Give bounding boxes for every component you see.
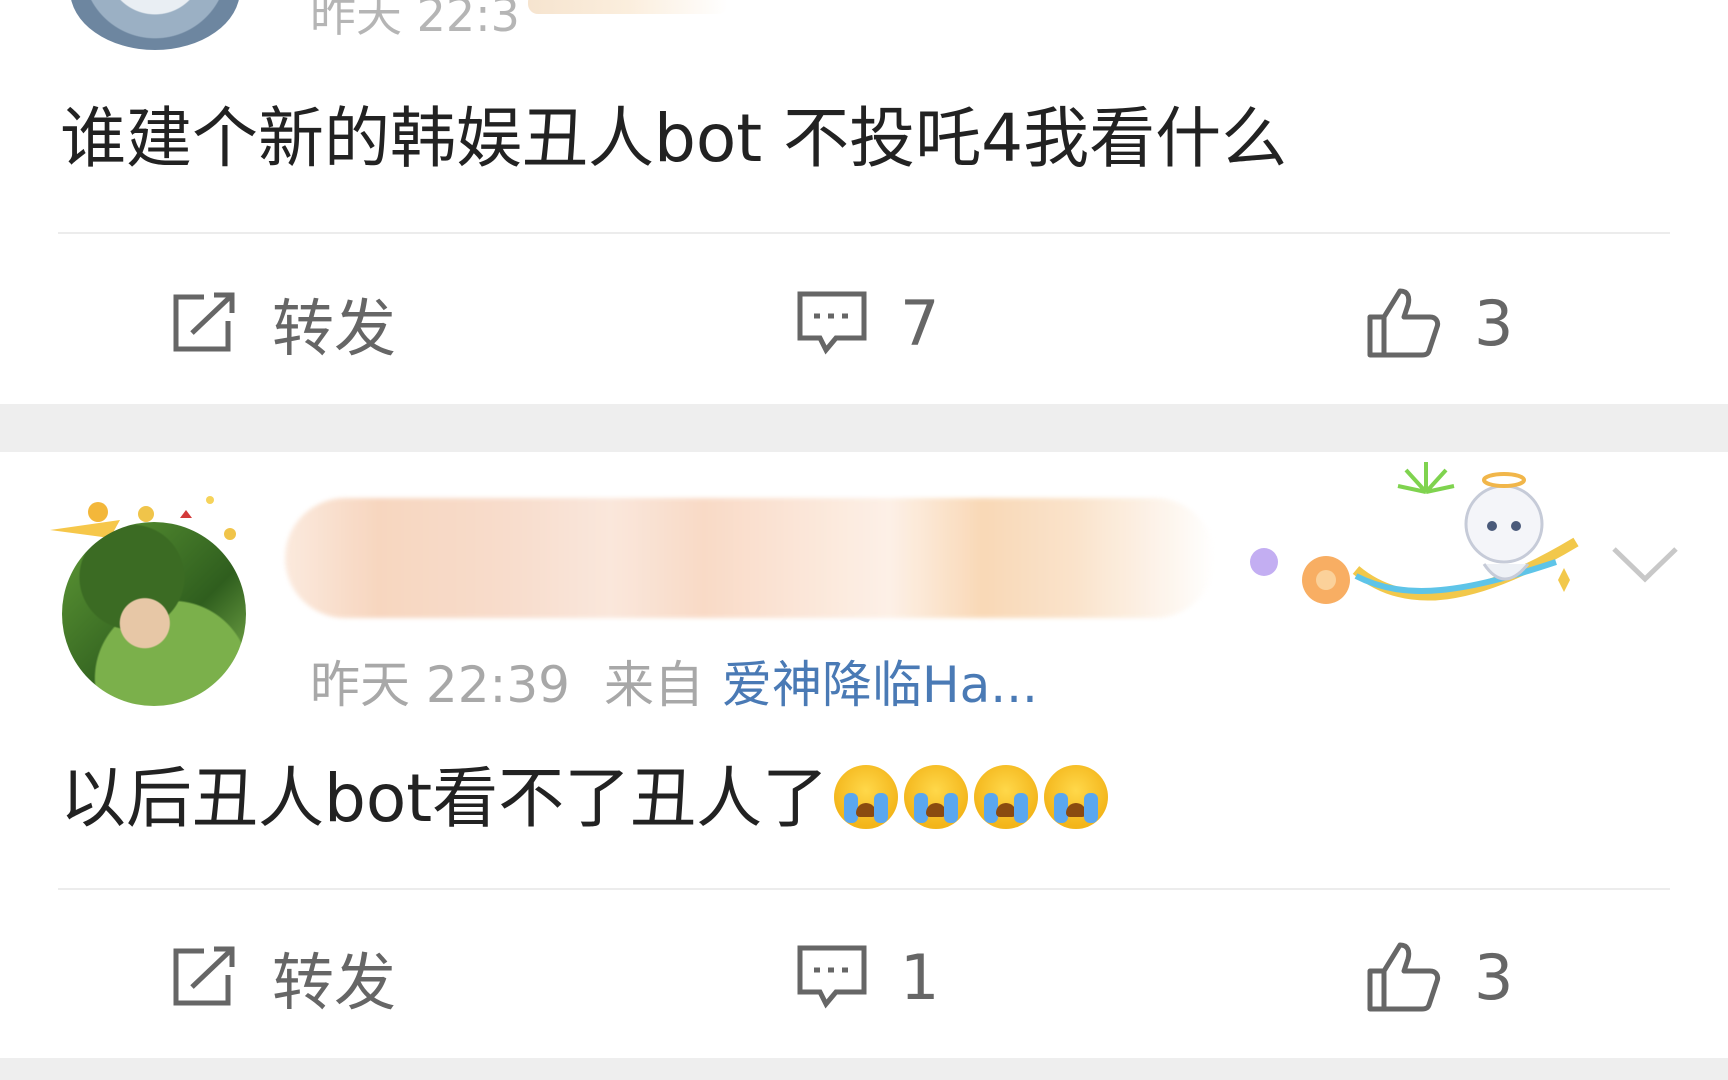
thumbs-up-icon xyxy=(1366,941,1442,1013)
like-button[interactable]: 3 xyxy=(1366,268,1513,378)
comment-icon xyxy=(796,944,868,1010)
post-text: 谁建个新的韩娱丑人bot 不投吒4我看什么 xyxy=(60,100,1288,177)
action-bar: 转发 1 3 xyxy=(0,922,1728,1032)
post-text-content: 以后丑人bot看不了丑人了 xyxy=(60,760,829,837)
crying-emoji xyxy=(1044,765,1109,829)
blurred-username[interactable] xyxy=(285,498,1215,618)
like-count: 3 xyxy=(1474,940,1514,1014)
source-link[interactable]: 爱神降临Ha... xyxy=(722,656,1038,714)
blurred-timestamp xyxy=(527,0,728,14)
comment-button[interactable]: 7 xyxy=(796,268,939,378)
thumbs-up-icon xyxy=(1366,287,1442,359)
crying-emoji xyxy=(834,765,899,829)
repost-button[interactable]: 转发 xyxy=(170,268,396,378)
avatar[interactable] xyxy=(62,522,246,706)
chevron-down-icon[interactable] xyxy=(1610,545,1680,585)
like-button[interactable]: 3 xyxy=(1366,922,1513,1032)
user-badge-decoration xyxy=(1250,462,1579,604)
repost-label: 转发 xyxy=(272,292,397,365)
repost-button[interactable]: 转发 xyxy=(170,922,396,1032)
post-time: 昨天 22:39 xyxy=(310,656,570,714)
repost-icon xyxy=(170,945,240,1009)
crying-emoji xyxy=(904,765,969,829)
action-bar: 转发 7 3 xyxy=(0,268,1728,378)
repost-label: 转发 xyxy=(272,946,397,1019)
repost-icon xyxy=(170,291,240,355)
comment-icon xyxy=(796,290,868,356)
post-text: 以后丑人bot看不了丑人了 xyxy=(60,765,1109,832)
post-time: 昨天 22:3 xyxy=(310,0,728,38)
crying-emoji xyxy=(974,765,1039,829)
comment-count: 1 xyxy=(900,940,940,1014)
divider xyxy=(58,888,1670,890)
comment-count: 7 xyxy=(900,286,940,360)
divider xyxy=(58,232,1670,234)
comment-button[interactable]: 1 xyxy=(796,922,939,1032)
post-card: 昨天 22:3 谁建个新的韩娱丑人bot 不投吒4我看什么 转发 7 3 xyxy=(0,0,1728,404)
from-label: 来自 xyxy=(604,656,704,714)
avatar[interactable] xyxy=(70,0,240,50)
like-count: 3 xyxy=(1474,286,1514,360)
post-meta: 昨天 22:39 来自 爱神降临Ha... xyxy=(310,645,1038,717)
